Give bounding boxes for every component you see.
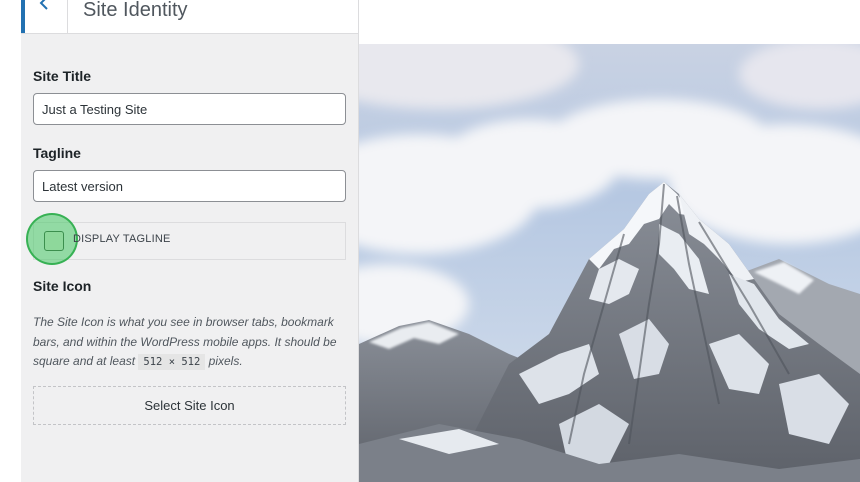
display-tagline-label: DISPLAY TAGLINE <box>73 233 171 245</box>
panel-title: Site Identity <box>83 0 188 21</box>
site-icon-description: The Site Icon is what you see in browser… <box>33 313 351 372</box>
customizer-panel: Site Identity Site Title Tagline DISPLAY… <box>21 0 359 482</box>
site-title-label: Site Title <box>33 68 92 84</box>
tagline-input[interactable] <box>33 170 346 202</box>
tagline-label: Tagline <box>33 145 81 161</box>
panel-header: Site Identity <box>21 0 358 34</box>
preview-header <box>359 0 860 44</box>
site-preview[interactable] <box>359 44 860 482</box>
customizer-screen: Site Identity Site Title Tagline DISPLAY… <box>0 0 860 482</box>
site-icon-description-suffix: pixels. <box>205 354 243 368</box>
page-gutter <box>0 0 22 482</box>
chevron-left-icon <box>39 0 48 10</box>
display-tagline-checkbox[interactable] <box>44 231 64 251</box>
back-button[interactable] <box>21 0 68 33</box>
site-icon-label: Site Icon <box>33 278 92 294</box>
select-site-icon-button[interactable]: Select Site Icon <box>33 386 346 425</box>
site-title-input[interactable] <box>33 93 346 125</box>
preview-mountain-image <box>359 44 860 482</box>
site-icon-size-code: 512 × 512 <box>138 354 206 370</box>
